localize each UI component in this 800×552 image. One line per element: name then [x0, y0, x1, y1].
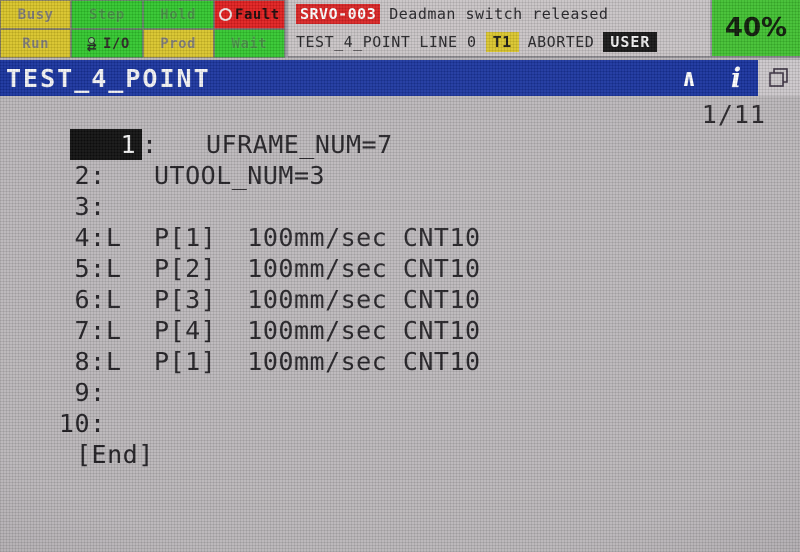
status-cell-step-label: Step — [89, 6, 125, 23]
line-motion-type: L — [106, 254, 122, 283]
line-colon: : — [90, 316, 106, 345]
line-colon: : — [90, 285, 106, 314]
line-motion-type: L — [106, 316, 122, 345]
fault-ring-icon — [219, 8, 233, 21]
status-cell-wait[interactable]: Wait — [213, 29, 285, 58]
mode-program-name: TEST_4_POINT — [296, 33, 411, 51]
program-line[interactable]: 9 : — [0, 377, 800, 408]
status-cell-wait-label: Wait — [231, 35, 268, 52]
line-colon: : — [90, 409, 106, 438]
status-cell-hold-label: Hold — [160, 6, 196, 23]
program-line[interactable]: 4 : L P[1] 100mm/sec CNT10 — [0, 222, 800, 253]
line-number: 1 — [70, 129, 142, 160]
status-cell-io[interactable]: ⇄ I/O — [71, 29, 143, 58]
line-number: 4 — [74, 223, 90, 252]
speed-override-indicator[interactable]: 40% — [712, 0, 800, 56]
line-instruction: P[4] 100mm/sec CNT10 — [154, 316, 481, 345]
window-switch-icon[interactable] — [758, 60, 800, 96]
status-cell-busy-label: Busy — [17, 6, 54, 23]
program-line[interactable]: 2 : UTOOL_NUM=3 — [0, 160, 800, 191]
line-number: 9 — [74, 378, 90, 407]
status-cell-io-label: I/O — [102, 35, 130, 52]
teach-pendant-screen: Busy Step Hold Fault Run ⇄ I/O Prod Wait… — [0, 0, 800, 552]
line-number: 6 — [74, 285, 90, 314]
alarm-row[interactable]: SRVO-003 Deadman switch released — [288, 0, 710, 28]
caret-up-icon[interactable]: ∧ — [664, 60, 714, 96]
status-cell-prod[interactable]: Prod — [142, 29, 214, 58]
page-title: TEST_4_POINT — [6, 63, 211, 93]
program-line[interactable]: 3 : — [0, 191, 800, 222]
io-exchange-icon: ⇄ — [84, 34, 100, 54]
line-number: 3 — [74, 192, 90, 221]
line-motion-type: L — [106, 223, 122, 252]
status-cell-prod-label: Prod — [160, 35, 196, 52]
program-line[interactable]: 8 : L P[1] 100mm/sec CNT10 — [0, 346, 800, 377]
title-bar: TEST_4_POINT ∧ i — [0, 60, 800, 96]
speed-override-value: 40% — [724, 13, 788, 43]
program-line[interactable]: 6 : L P[3] 100mm/sec CNT10 — [0, 284, 800, 315]
line-number: 5 — [74, 254, 90, 283]
status-cell-step[interactable]: Step — [71, 0, 143, 29]
line-colon: : — [90, 223, 106, 252]
status-cell-fault-label: Fault — [235, 6, 280, 23]
line-instruction: UTOOL_NUM=3 — [154, 161, 326, 190]
info-icon[interactable]: i — [714, 60, 758, 96]
program-body: 1/11 1 : UFRAME_NUM=7 2 : UTOOL_NUM=3 3 … — [0, 96, 800, 552]
line-number: 7 — [74, 316, 90, 345]
program-end-marker: [End] — [76, 440, 154, 469]
line-instruction: P[1] 100mm/sec CNT10 — [154, 347, 481, 376]
alarm-message: Deadman switch released — [389, 5, 609, 23]
status-cell-run[interactable]: Run — [0, 29, 72, 58]
line-colon: : — [90, 347, 106, 376]
alarm-code-badge: SRVO-003 — [296, 4, 381, 24]
line-motion-type: L — [106, 347, 122, 376]
mode-row: TEST_4_POINT LINE 0 T1 ABORTED USER — [288, 28, 710, 56]
status-message-area: SRVO-003 Deadman switch released TEST_4_… — [288, 0, 712, 56]
status-indicator-grid: Busy Step Hold Fault Run ⇄ I/O Prod Wait — [0, 0, 288, 58]
line-colon: : — [142, 130, 158, 159]
line-colon: : — [90, 192, 106, 221]
line-instruction: UFRAME_NUM=7 — [206, 130, 393, 159]
line-instruction: P[1] 100mm/sec CNT10 — [154, 223, 481, 252]
status-cell-run-label: Run — [22, 35, 50, 52]
line-colon: : — [90, 378, 106, 407]
mode-line-number: LINE 0 — [419, 33, 477, 51]
status-bar: Busy Step Hold Fault Run ⇄ I/O Prod Wait… — [0, 0, 800, 58]
program-line[interactable]: 10 : — [0, 408, 800, 439]
line-number: 10 — [58, 409, 90, 438]
line-number: 8 — [74, 347, 90, 376]
mode-user-badge: USER — [603, 32, 658, 52]
status-cell-hold[interactable]: Hold — [142, 0, 214, 29]
line-number: 2 — [74, 161, 90, 190]
mode-tmode-badge: T1 — [485, 32, 519, 52]
status-cell-fault[interactable]: Fault — [213, 0, 285, 29]
line-motion-type: L — [106, 285, 122, 314]
program-line[interactable]: 5 : L P[2] 100mm/sec CNT10 — [0, 253, 800, 284]
program-line[interactable]: 1 : UFRAME_NUM=7 — [0, 129, 800, 160]
mode-run-state: ABORTED — [527, 33, 595, 51]
line-instruction: P[2] 100mm/sec CNT10 — [154, 254, 481, 283]
program-line-list[interactable]: 1 : UFRAME_NUM=7 2 : UTOOL_NUM=3 3 : 4 : — [0, 129, 800, 470]
line-colon: : — [90, 161, 106, 190]
page-indicator: 1/11 — [701, 100, 766, 129]
line-colon: : — [90, 254, 106, 283]
line-instruction: P[3] 100mm/sec CNT10 — [154, 285, 481, 314]
status-cell-busy[interactable]: Busy — [0, 0, 72, 29]
program-line[interactable]: 7 : L P[4] 100mm/sec CNT10 — [0, 315, 800, 346]
